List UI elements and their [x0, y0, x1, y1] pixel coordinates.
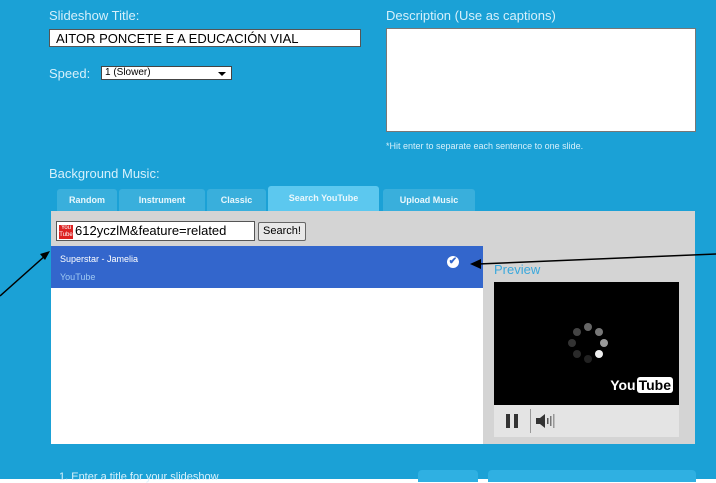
- annotation-arrows: [0, 251, 716, 297]
- arrow-to-check-icon: [470, 253, 716, 269]
- arrow-to-result-icon: [0, 251, 50, 297]
